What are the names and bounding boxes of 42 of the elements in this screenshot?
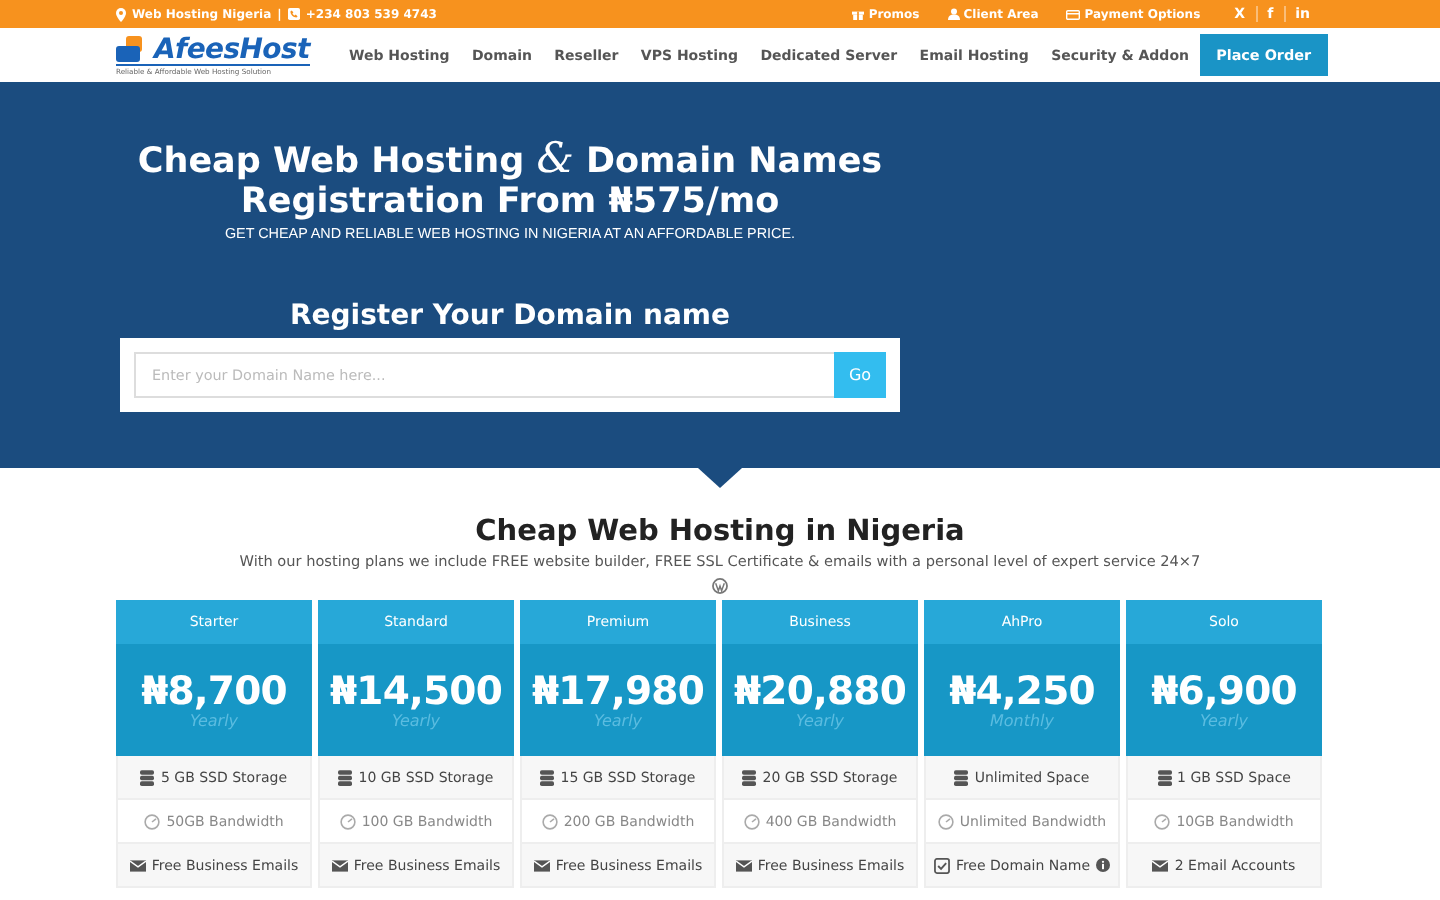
envelope-icon (331, 859, 348, 871)
envelope-icon (1152, 859, 1169, 871)
go-button[interactable]: Go (834, 352, 886, 398)
credit-card-icon (1066, 9, 1081, 19)
phone-icon (287, 8, 300, 20)
wordpress-icon (712, 578, 728, 594)
gift-icon (852, 8, 865, 20)
logo-text: AfeesHost (154, 35, 310, 63)
plan-price: ₦6,900 (1151, 671, 1297, 711)
domain-heading: Register Your Domain name (289, 300, 731, 332)
billing-period: Monthly (989, 711, 1055, 729)
hero-heading: Cheap Web Hosting & Domain Names Registration From ₦575/mo (135, 138, 885, 222)
plan-price: ₦4,250 (949, 671, 1095, 711)
billing-period: Yearly (189, 711, 239, 729)
gauge-icon (144, 813, 161, 829)
plan-price: ₦14,500 (329, 671, 503, 711)
envelope-icon (735, 859, 752, 871)
plan-price: ₦17,980 (531, 671, 705, 711)
database-icon (540, 769, 555, 785)
info-icon[interactable] (1096, 858, 1111, 872)
billing-period: Yearly (593, 711, 643, 729)
database-icon (954, 769, 969, 785)
plan-price: ₦8,700 (141, 671, 287, 711)
billing-period: Yearly (795, 711, 845, 729)
gauge-icon (541, 813, 558, 829)
database-icon (338, 769, 353, 785)
billing-period: Yearly (1199, 711, 1249, 729)
envelope-icon (129, 859, 146, 871)
gauge-icon (339, 813, 356, 829)
plan-price: ₦20,880 (733, 671, 907, 711)
database-icon (140, 769, 155, 785)
location-pin-icon (116, 7, 126, 21)
gauge-icon (1154, 813, 1171, 829)
gauge-icon (743, 813, 760, 829)
user-icon (947, 8, 960, 20)
billing-period: Yearly (391, 711, 441, 729)
database-icon (742, 769, 757, 785)
envelope-icon (533, 859, 550, 871)
database-icon (1157, 769, 1172, 785)
gauge-icon (937, 813, 954, 829)
section-heading: Cheap Web Hosting in Nigeria (473, 516, 967, 548)
checkbox-icon (933, 857, 950, 873)
